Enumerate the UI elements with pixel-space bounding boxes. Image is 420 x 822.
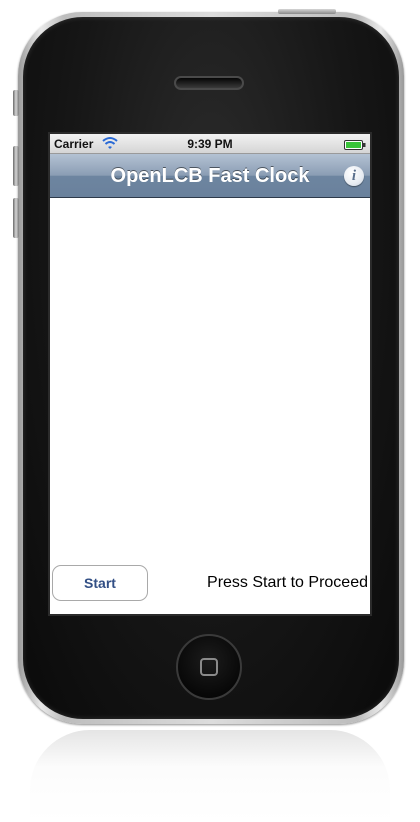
home-button[interactable] [176, 634, 242, 700]
start-button[interactable]: Start [52, 565, 148, 601]
status-time: 9:39 PM [187, 137, 233, 151]
status-bar: Carrier 9:39 PM [50, 134, 370, 154]
earpiece-speaker [174, 76, 244, 90]
info-button[interactable]: i [344, 166, 364, 186]
device-reflection [30, 730, 390, 822]
mute-switch[interactable] [13, 90, 19, 116]
sleep-wake-button[interactable] [278, 9, 336, 14]
app-screen: Carrier 9:39 PM OpenLCB Fast Clock i Sta… [48, 132, 372, 616]
volume-up-button[interactable] [13, 146, 19, 186]
volume-down-button[interactable] [13, 198, 19, 238]
home-button-icon [200, 658, 218, 676]
battery-full-icon [344, 139, 366, 150]
navigation-bar: OpenLCB Fast Clock i [50, 154, 370, 198]
info-icon: i [351, 168, 357, 184]
status-message: Press Start to Proceed [207, 574, 368, 591]
page-title: OpenLCB Fast Clock [110, 165, 310, 187]
